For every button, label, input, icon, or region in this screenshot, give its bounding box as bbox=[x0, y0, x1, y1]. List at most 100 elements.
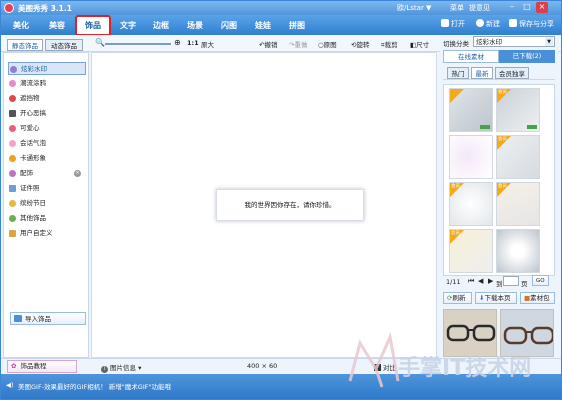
refresh-button[interactable]: ⟳刷新 bbox=[443, 292, 472, 304]
title-bar: 美图秀秀 3.1.1 欧/Lstar ▼ 菜单 提意见 – □ × bbox=[1, 1, 561, 15]
accessory-icon bbox=[9, 170, 16, 177]
category-item[interactable]: 卡通形象 bbox=[8, 152, 86, 165]
prev-page-icon[interactable]: ◀ bbox=[478, 277, 483, 285]
material-thumb[interactable]: 会员 bbox=[496, 135, 540, 179]
switch-category-label: 切换分类 bbox=[443, 40, 469, 48]
heart-icon bbox=[9, 125, 16, 132]
material-thumb[interactable]: 会员 bbox=[496, 88, 540, 132]
category-item[interactable]: 证件照 bbox=[8, 182, 86, 195]
goto-label: 到 bbox=[496, 280, 503, 288]
tab-frame[interactable]: 边框 bbox=[145, 17, 177, 34]
page-indicator: 1/11 bbox=[446, 278, 461, 286]
app-logo-icon bbox=[4, 3, 14, 13]
category-item[interactable]: 开心恶搞 bbox=[8, 107, 86, 120]
canvas-image[interactable]: 我的世界因你存在，请你珍惜。 bbox=[216, 189, 364, 221]
material-thumb[interactable] bbox=[449, 88, 493, 132]
cartoon-icon bbox=[9, 155, 16, 162]
resize-button[interactable]: ◧尺寸 bbox=[410, 39, 429, 49]
other-icon bbox=[9, 215, 16, 222]
zoom-out-icon[interactable]: 🔍 bbox=[95, 38, 105, 47]
category-select[interactable]: 炫彩水印 ▼ bbox=[473, 36, 555, 47]
tab-flash[interactable]: 闪图 bbox=[213, 17, 245, 34]
tab-scene[interactable]: 场景 bbox=[179, 17, 211, 34]
tab-online-materials[interactable]: 在线素材 bbox=[443, 50, 499, 63]
category-item[interactable]: 可爱心 bbox=[8, 122, 86, 135]
site-watermark: 手掌IT技术网 bbox=[348, 331, 531, 388]
zoom-slider[interactable] bbox=[105, 43, 171, 45]
material-thumb[interactable]: 会员 bbox=[449, 182, 493, 226]
undo-button[interactable]: ↶撤销 bbox=[259, 39, 277, 49]
original-size-button[interactable]: 原大 bbox=[201, 39, 214, 49]
speech-bubble-icon bbox=[9, 140, 16, 147]
library-button[interactable]: ■素材包 bbox=[520, 292, 555, 304]
category-item[interactable]: 潮流涂鸦 bbox=[8, 77, 86, 90]
original-button[interactable]: ○原图 bbox=[318, 39, 337, 49]
category-item[interactable]: 其他饰品 bbox=[8, 212, 86, 225]
category-item[interactable]: 炫彩水印 bbox=[8, 62, 86, 75]
tab-hot[interactable]: 热门 bbox=[447, 67, 469, 79]
tutorial-icon: ✿ bbox=[11, 362, 17, 370]
new-badge bbox=[480, 125, 490, 129]
watermark-icon bbox=[10, 66, 17, 73]
category-item[interactable]: 配饰 × bbox=[8, 167, 86, 180]
tab-static-accessories[interactable]: 静态饰品 bbox=[7, 39, 43, 51]
close-icon[interactable]: × bbox=[536, 2, 548, 13]
material-thumb[interactable] bbox=[449, 135, 493, 179]
tab-vip-only[interactable]: 会员独享 bbox=[495, 67, 529, 79]
plus-icon bbox=[476, 19, 484, 27]
maximize-icon[interactable]: □ bbox=[521, 2, 533, 13]
tab-face[interactable]: 美容 bbox=[41, 17, 73, 34]
go-button[interactable]: GO bbox=[532, 275, 549, 286]
open-button[interactable]: 打开 bbox=[441, 19, 465, 29]
tutorial-button[interactable]: ✿ 饰品教程 bbox=[7, 360, 77, 373]
main-nav: 美化 美容 饰品 文字 边框 场景 闪图 娃娃 拼图 打开 新建 保存与分享 bbox=[1, 15, 561, 36]
image-info-button[interactable]: i 图片信息 ▾ bbox=[101, 362, 141, 373]
watermark-text: 手掌IT技术网 bbox=[398, 356, 531, 381]
tab-doll[interactable]: 娃娃 bbox=[247, 17, 279, 34]
feedback-link[interactable]: 提意见 bbox=[469, 3, 490, 13]
tab-latest[interactable]: 最新 bbox=[471, 67, 493, 79]
image-size: 400 × 60 bbox=[247, 362, 278, 370]
canvas-area[interactable]: 我的世界因你存在，请你珍惜。 bbox=[91, 52, 437, 358]
redo-button[interactable]: ↷重做 bbox=[289, 39, 307, 49]
material-thumb[interactable]: 会员 bbox=[449, 229, 493, 273]
new-button[interactable]: 新建 bbox=[476, 19, 500, 29]
zoom-in-icon[interactable]: ⊕ bbox=[174, 38, 181, 47]
material-thumb[interactable] bbox=[496, 229, 540, 273]
menu-link[interactable]: 菜单 bbox=[450, 3, 464, 13]
new-badge bbox=[527, 125, 537, 129]
folder-icon bbox=[9, 230, 16, 237]
info-icon: i bbox=[101, 366, 108, 373]
material-thumb[interactable]: 会员 bbox=[496, 182, 540, 226]
tab-text[interactable]: 文字 bbox=[112, 17, 144, 34]
tab-accessories[interactable]: 饰品 bbox=[75, 15, 111, 36]
minimize-icon[interactable]: – bbox=[506, 2, 518, 13]
category-item[interactable]: 缤纷节日 bbox=[8, 197, 86, 210]
save-share-button[interactable]: 保存与分享 bbox=[509, 19, 554, 29]
footer-tip[interactable]: 美图GIF-效果最好的GIF相机！ 新增"魔术GIF"功能哦 bbox=[18, 381, 171, 391]
import-accessory-button[interactable]: 导入饰品 bbox=[10, 312, 86, 325]
material-grid: 会员 会员 会员 会员 会员 bbox=[443, 84, 555, 276]
ratio-1-1-button[interactable]: 1:1 bbox=[187, 39, 199, 47]
remove-icon[interactable]: × bbox=[74, 170, 81, 177]
tab-animated-accessories[interactable]: 动态饰品 bbox=[45, 39, 83, 51]
cover-icon bbox=[9, 95, 16, 102]
first-page-icon[interactable]: ⏮ bbox=[468, 277, 474, 286]
category-item[interactable]: 遮挡物 bbox=[8, 92, 86, 105]
download-page-button[interactable]: ⬇下载本页 bbox=[475, 292, 517, 304]
category-item[interactable]: 用户自定义 bbox=[8, 227, 86, 240]
next-page-icon[interactable]: ▶ bbox=[488, 277, 493, 285]
sub-tab-row: 热门 最新 会员独享 bbox=[443, 66, 555, 80]
category-item[interactable]: 会话气泡 bbox=[8, 137, 86, 150]
tab-collage[interactable]: 拼图 bbox=[281, 17, 313, 34]
folder-icon bbox=[441, 19, 449, 27]
id-photo-icon bbox=[9, 185, 16, 192]
speaker-icon: ◀) bbox=[6, 381, 14, 389]
user-account[interactable]: 欧/Lstar ▼ bbox=[397, 3, 431, 13]
tab-downloaded[interactable]: 已下载(2) bbox=[499, 50, 555, 63]
crop-button[interactable]: ⌗裁剪 bbox=[381, 39, 398, 50]
save-icon bbox=[509, 19, 517, 27]
tab-beautify[interactable]: 美化 bbox=[5, 17, 37, 34]
rotate-button[interactable]: ⟲旋转 bbox=[351, 39, 369, 49]
page-input[interactable] bbox=[503, 276, 519, 286]
